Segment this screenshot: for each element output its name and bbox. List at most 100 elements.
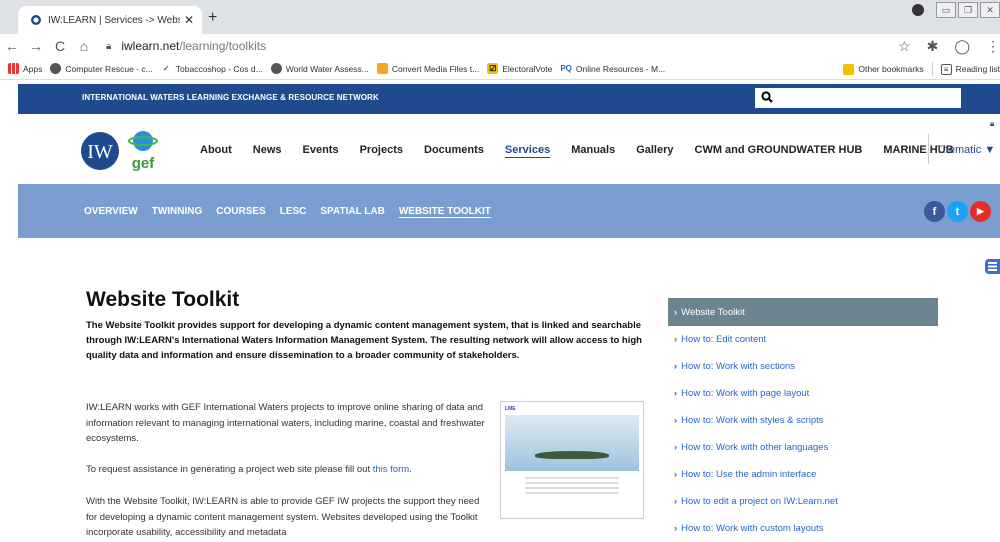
website-screenshot-image: LME bbox=[500, 401, 644, 519]
sidebar-item-styles-scripts[interactable]: › How to: Work with styles & scripts bbox=[668, 407, 938, 434]
convert-icon bbox=[376, 63, 388, 74]
site-search-input[interactable] bbox=[755, 88, 961, 108]
search-icon[interactable] bbox=[761, 90, 773, 106]
thumb-text-lines bbox=[505, 477, 639, 494]
request-form-link[interactable]: this form bbox=[373, 464, 409, 475]
chevron-right-icon: › bbox=[674, 388, 678, 399]
profile-dot-icon[interactable] bbox=[912, 4, 924, 16]
thumb-hero bbox=[505, 415, 639, 471]
submenu-lesc[interactable]: LESC bbox=[280, 206, 307, 217]
submenu-courses[interactable]: COURSES bbox=[216, 206, 265, 217]
chevron-right-icon: › bbox=[674, 334, 678, 345]
url-field[interactable]: 🔒︎ iwlearn.net/learning/toolkits bbox=[106, 39, 266, 53]
menu-dots-icon[interactable]: ⋮ bbox=[986, 38, 1000, 55]
logo-iw-text: IW bbox=[87, 141, 113, 163]
bookmarks-bar: Apps Computer Rescue - c... ✓ Tobaccosho… bbox=[0, 58, 1000, 80]
submenu-website-toolkit[interactable]: WEBSITE TOOLKIT bbox=[399, 206, 491, 217]
thematic-dropdown[interactable]: Thematic ▼ bbox=[936, 144, 995, 156]
network-title: INTERNATIONAL WATERS LEARNING EXCHANGE &… bbox=[82, 93, 379, 102]
sidebar-item-website-toolkit[interactable]: › Website Toolkit bbox=[668, 298, 938, 326]
sidebar-item-sections[interactable]: › How to: Work with sections bbox=[668, 353, 938, 380]
bookmark-world-water[interactable]: World Water Assess... bbox=[270, 63, 369, 74]
lead-paragraph: The Website Toolkit provides support for… bbox=[86, 320, 642, 361]
close-window-button[interactable]: ✕ bbox=[980, 2, 1000, 18]
facebook-icon[interactable]: f bbox=[924, 201, 945, 222]
chevron-right-icon: › bbox=[674, 469, 678, 480]
bookmark-online-resources[interactable]: PQ Online Resources - M... bbox=[560, 63, 665, 74]
globe-icon bbox=[50, 63, 62, 74]
logo-gef-text: gef bbox=[132, 155, 156, 172]
browser-tab[interactable]: IW:LEARN | Services -> Website To ✕ bbox=[18, 6, 202, 34]
chevron-right-icon: › bbox=[674, 415, 678, 426]
intro-paragraph: IW:LEARN works with GEF International Wa… bbox=[86, 402, 485, 444]
other-bookmarks[interactable]: Other bookmarks bbox=[843, 63, 924, 75]
url-path: /learning/toolkits bbox=[179, 39, 267, 53]
maximize-button[interactable]: ❐ bbox=[958, 2, 978, 18]
bookmark-divider bbox=[931, 62, 933, 76]
menu-news[interactable]: News bbox=[253, 144, 282, 156]
sidebar-item-custom-layouts[interactable]: › How to: Work with custom layouts bbox=[668, 515, 938, 542]
main-menu: About News Events Projects Documents Ser… bbox=[200, 144, 975, 156]
bookmark-computer-rescue[interactable]: Computer Rescue - c... bbox=[50, 63, 153, 74]
sidebar-item-other-languages[interactable]: › How to: Work with other languages bbox=[668, 434, 938, 461]
browser-tabstrip: IW:LEARN | Services -> Website To ✕ + ▭ … bbox=[0, 0, 1000, 34]
submenu-overview[interactable]: OVERVIEW bbox=[84, 206, 138, 217]
sidebar-item-edit-content[interactable]: › How to: Edit content bbox=[668, 326, 938, 353]
bookmarks-right: Other bookmarks ≡ Reading list bbox=[835, 58, 1000, 79]
bookmark-apps[interactable]: Apps bbox=[8, 63, 42, 74]
toolkit-paragraph: With the Website Toolkit, IW:LEARN is ab… bbox=[86, 496, 480, 538]
caret-down-icon: ▼ bbox=[984, 144, 996, 156]
site-favicon-icon bbox=[31, 15, 41, 25]
main-content: Website Toolkit The Website Toolkit prov… bbox=[86, 288, 646, 538]
page-title: Website Toolkit bbox=[86, 288, 240, 311]
apps-grid-icon bbox=[8, 63, 19, 74]
login-lock-icon[interactable]: 🔒︎ bbox=[990, 119, 994, 129]
sidebar-item-page-layout[interactable]: › How to: Work with page layout bbox=[668, 380, 938, 407]
window-controls: ▭ ❐ ✕ bbox=[912, 2, 1000, 18]
forward-button[interactable]: → bbox=[24, 38, 48, 54]
reload-button[interactable]: C bbox=[48, 38, 72, 54]
home-button[interactable]: ⌂ bbox=[72, 38, 96, 54]
site-main-nav: IW gef About News Events Projects Docume… bbox=[18, 114, 1000, 184]
menu-services[interactable]: Services bbox=[505, 144, 550, 156]
sidebar-item-edit-project[interactable]: › How to edit a project on IW:Learn.net bbox=[668, 488, 938, 515]
minimize-button[interactable]: ▭ bbox=[936, 2, 956, 18]
menu-manuals[interactable]: Manuals bbox=[571, 144, 615, 156]
new-tab-button[interactable]: + bbox=[208, 9, 217, 27]
submenu-spatial-lab[interactable]: SPATIAL LAB bbox=[320, 206, 384, 217]
vote-icon: ☑ bbox=[487, 63, 499, 74]
site-top-bar: INTERNATIONAL WATERS LEARNING EXCHANGE &… bbox=[18, 84, 1000, 114]
url-domain: iwlearn.net bbox=[121, 39, 180, 53]
account-icon[interactable]: ◯ bbox=[954, 38, 970, 55]
tab-title: IW:LEARN | Services -> Website To bbox=[48, 14, 180, 26]
twitter-icon[interactable]: t bbox=[947, 201, 968, 222]
chevron-right-icon: › bbox=[674, 496, 678, 507]
bookmark-convert-media[interactable]: Convert Media Files t... bbox=[376, 63, 479, 74]
chevron-right-icon: › bbox=[674, 306, 678, 318]
reading-list-icon: ≡ bbox=[940, 63, 952, 75]
sidebar-item-admin-interface[interactable]: › How to: Use the admin interface bbox=[668, 461, 938, 488]
menu-about[interactable]: About bbox=[200, 144, 232, 156]
submenu: OVERVIEW TWINNING COURSES LESC SPATIAL L… bbox=[84, 206, 505, 217]
menu-documents[interactable]: Documents bbox=[424, 144, 484, 156]
bookmark-tobaccoshop[interactable]: ✓ Tobaccoshop - Cos d... bbox=[161, 63, 263, 74]
youtube-icon[interactable]: ▶ bbox=[970, 201, 991, 222]
extensions-icon[interactable]: ✱ bbox=[927, 38, 939, 55]
grid-menu-icon[interactable] bbox=[985, 259, 1000, 274]
lock-icon[interactable]: 🔒︎ bbox=[106, 41, 111, 52]
tab-close-icon[interactable]: ✕ bbox=[184, 13, 194, 27]
menu-events[interactable]: Events bbox=[303, 144, 339, 156]
address-bar: ← → C ⌂ 🔒︎ iwlearn.net/learning/toolkits… bbox=[0, 34, 1000, 58]
chevron-right-icon: › bbox=[674, 442, 678, 453]
menu-gallery[interactable]: Gallery bbox=[636, 144, 673, 156]
iw-gef-logo[interactable]: IW gef bbox=[80, 128, 170, 174]
back-button[interactable]: ← bbox=[0, 38, 24, 54]
submenu-twinning[interactable]: TWINNING bbox=[152, 206, 203, 217]
folder-icon bbox=[843, 63, 855, 75]
bookmark-star-icon[interactable]: ☆ bbox=[898, 38, 911, 55]
menu-cwm-groundwater-hub[interactable]: CWM and GROUNDWATER HUB bbox=[695, 144, 863, 156]
menu-projects[interactable]: Projects bbox=[360, 144, 403, 156]
reading-list[interactable]: ≡ Reading list bbox=[940, 63, 1000, 75]
globe-icon bbox=[270, 63, 282, 74]
bookmark-electoralvote[interactable]: ☑ ElectoralVote bbox=[487, 63, 552, 74]
